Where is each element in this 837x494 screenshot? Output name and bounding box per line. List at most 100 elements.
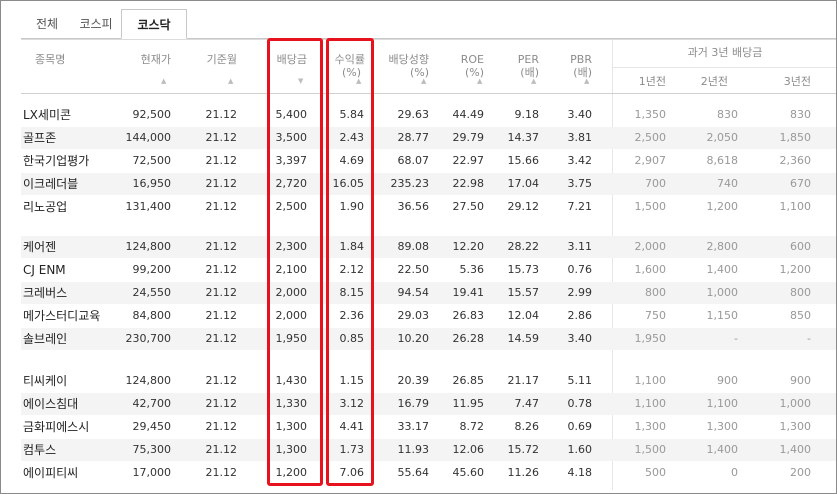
header-payout-unit: (%) bbox=[409, 66, 429, 79]
header-per[interactable]: PER bbox=[496, 53, 539, 67]
cell-roe: 22.98 bbox=[452, 177, 485, 190]
cell-pbr: 3.40 bbox=[567, 108, 593, 121]
cell-month: 21.12 bbox=[205, 397, 238, 410]
tab-all[interactable]: 전체 bbox=[23, 11, 71, 37]
cell-price: 99,200 bbox=[132, 263, 172, 276]
sort-roe-icon[interactable]: ▲ bbox=[477, 77, 482, 85]
cell-roe: 11.95 bbox=[452, 397, 485, 410]
cell-p2: 0 bbox=[731, 466, 738, 479]
stock-name[interactable]: 크레버스 bbox=[23, 282, 67, 304]
cell-price: 17,000 bbox=[132, 466, 172, 479]
header-past1[interactable]: 1년전 bbox=[613, 75, 666, 89]
cell-p2: 1,200 bbox=[706, 200, 739, 213]
stock-name[interactable]: 컴투스 bbox=[23, 439, 56, 461]
cell-roe: 19.41 bbox=[452, 286, 485, 299]
cell-p1: 750 bbox=[645, 309, 666, 322]
cell-p2: 1,300 bbox=[706, 420, 739, 433]
cell-month: 21.12 bbox=[205, 263, 238, 276]
table-row[interactable]: 골프존 144,000 21.12 3,500 2.43 28.77 29.79 14.37 3… bbox=[21, 127, 836, 149]
cell-payout: 33.17 bbox=[397, 420, 430, 433]
cell-payout: 16.79 bbox=[397, 397, 430, 410]
cell-p3: 850 bbox=[790, 309, 811, 322]
cell-roe: 26.83 bbox=[452, 309, 485, 322]
stock-name[interactable]: 에이피티씨 bbox=[23, 462, 78, 484]
table-row[interactable]: 에이스침대 42,700 21.12 1,330 3.12 16.79 11.95 7.47 0… bbox=[21, 393, 836, 415]
stock-name[interactable]: 솔브레인 bbox=[23, 328, 67, 350]
sort-payout-icon[interactable]: ▲ bbox=[421, 77, 426, 85]
cell-month: 21.12 bbox=[205, 177, 238, 190]
stock-name[interactable]: 한국기업평가 bbox=[23, 150, 89, 172]
cell-per: 21.17 bbox=[507, 374, 540, 387]
cell-roe: 26.28 bbox=[452, 332, 485, 345]
cell-roe: 5.36 bbox=[459, 263, 485, 276]
cell-pbr: 0.69 bbox=[567, 420, 593, 433]
stock-name[interactable]: 이크레더블 bbox=[23, 173, 78, 195]
cell-p3: 600 bbox=[790, 240, 811, 253]
sort-pbr-icon[interactable]: ▲ bbox=[584, 77, 589, 85]
cell-p2: 830 bbox=[717, 108, 738, 121]
header-payout[interactable]: 배당성향 bbox=[369, 53, 429, 67]
table-row[interactable]: 케어젠 124,800 21.12 2,300 1.84 89.08 12.20 28.22 3… bbox=[21, 236, 836, 258]
cell-payout: 94.54 bbox=[397, 286, 430, 299]
stock-name[interactable]: 리노공업 bbox=[23, 196, 67, 218]
table-row[interactable]: 리노공업 131,400 21.12 2,500 1.90 36.56 27.50 29.12… bbox=[21, 196, 836, 218]
cell-p2: 1,000 bbox=[706, 286, 739, 299]
cell-p2: 1,400 bbox=[706, 263, 739, 276]
table-row[interactable]: 티씨케이 124,800 21.12 1,430 1.15 20.39 26.85 21.17… bbox=[21, 370, 836, 392]
cell-month: 21.12 bbox=[205, 200, 238, 213]
sort-price-icon[interactable]: ▲ bbox=[161, 77, 166, 85]
table-row[interactable]: 이크레더블 16,950 21.12 2,720 16.05 235.23 22.98 17.… bbox=[21, 173, 836, 195]
cell-month: 21.12 bbox=[205, 466, 238, 479]
header-pbr[interactable]: PBR bbox=[549, 53, 592, 67]
cell-month: 21.12 bbox=[205, 108, 238, 121]
stock-name[interactable]: LX세미콘 bbox=[23, 104, 71, 126]
stock-name[interactable]: 에이스침대 bbox=[23, 393, 78, 415]
cell-roe: 29.79 bbox=[452, 131, 485, 144]
sort-base-month-icon[interactable]: ▲ bbox=[228, 77, 233, 85]
cell-pbr: 0.78 bbox=[567, 397, 593, 410]
cell-pbr: 2.99 bbox=[567, 286, 593, 299]
table-row[interactable]: CJ ENM 99,200 21.12 2,100 2.12 22.50 5.36 15.73… bbox=[21, 259, 836, 281]
cell-p2: - bbox=[734, 332, 738, 345]
cell-per: 7.47 bbox=[514, 397, 540, 410]
cell-month: 21.12 bbox=[205, 420, 238, 433]
tab-kosdaq[interactable]: 코스닥 bbox=[121, 9, 187, 39]
table-row[interactable]: LX세미콘 92,500 21.12 5,400 5.84 29.63 44.49 9.18 3… bbox=[21, 104, 836, 126]
header-base-month[interactable]: 기준월 bbox=[187, 53, 237, 67]
table-row[interactable]: 크레버스 24,550 21.12 2,000 8.15 94.54 19.41 15.57 2… bbox=[21, 282, 836, 304]
cell-roe: 12.06 bbox=[452, 443, 485, 456]
table-row[interactable]: 한국기업평가 72,500 21.12 3,397 4.69 68.07 22.97 15.6… bbox=[21, 150, 836, 172]
table-row[interactable]: 에이피티씨 17,000 21.12 1,200 7.06 55.64 45.60 11.26… bbox=[21, 462, 836, 484]
cell-p1: 1,500 bbox=[634, 200, 667, 213]
sort-per-icon[interactable]: ▲ bbox=[531, 77, 536, 85]
cell-roe: 44.49 bbox=[452, 108, 485, 121]
cell-p3: 900 bbox=[790, 374, 811, 387]
stock-name[interactable]: 티씨케이 bbox=[23, 370, 67, 392]
stock-name[interactable]: 케어젠 bbox=[23, 236, 56, 258]
stock-name[interactable]: 메가스터디교육 bbox=[23, 305, 100, 327]
cell-pbr: 3.81 bbox=[567, 131, 593, 144]
header-roe[interactable]: ROE bbox=[441, 53, 484, 67]
stock-name[interactable]: 골프존 bbox=[23, 127, 56, 149]
cell-per: 12.04 bbox=[507, 309, 540, 322]
table-row[interactable]: 솔브레인 230,700 21.12 1,950 0.85 10.20 26.28 14.59… bbox=[21, 328, 836, 350]
cell-payout: 10.20 bbox=[397, 332, 430, 345]
cell-per: 17.04 bbox=[507, 177, 540, 190]
cell-payout: 89.08 bbox=[397, 240, 430, 253]
cell-p1: 1,300 bbox=[634, 420, 667, 433]
table-row[interactable]: 금화피에스시 29,450 21.12 1,300 4.41 33.17 8.72 8.26 0… bbox=[21, 416, 836, 438]
header-price[interactable]: 현재가 bbox=[121, 53, 171, 67]
cell-p3: 1,000 bbox=[779, 397, 812, 410]
cell-per: 8.26 bbox=[514, 420, 540, 433]
cell-payout: 68.07 bbox=[397, 154, 430, 167]
table-row[interactable]: 메가스터디교육 84,800 21.12 2,000 2.36 29.03 26.83 12.… bbox=[21, 305, 836, 327]
header-past3[interactable]: 3년전 bbox=[751, 75, 811, 89]
header-past2[interactable]: 2년전 bbox=[671, 75, 728, 89]
cell-price: 16,950 bbox=[132, 177, 172, 190]
table-row[interactable]: 컴투스 75,300 21.12 1,300 1.73 11.93 12.06 15.72 1.… bbox=[21, 439, 836, 461]
header-name[interactable]: 종목명 bbox=[35, 53, 85, 67]
stock-name[interactable]: CJ ENM bbox=[23, 259, 66, 281]
stock-name[interactable]: 금화피에스시 bbox=[23, 416, 89, 438]
cell-roe: 8.72 bbox=[459, 420, 485, 433]
tab-kospi[interactable]: 코스피 bbox=[73, 11, 119, 37]
